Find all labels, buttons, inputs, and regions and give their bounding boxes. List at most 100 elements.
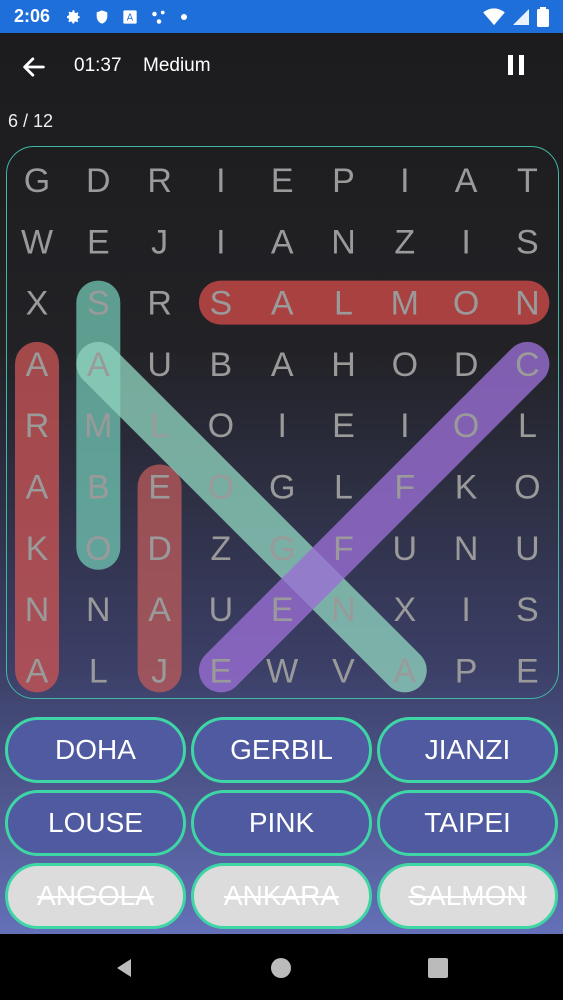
back-arrow-icon[interactable]: [20, 53, 48, 81]
grid-letter[interactable]: E: [271, 162, 294, 200]
word-chip-louse: LOUSE: [5, 790, 186, 856]
grid-letter[interactable]: E: [210, 652, 233, 690]
grid-letter[interactable]: S: [210, 285, 233, 323]
grid-letter[interactable]: S: [516, 591, 539, 629]
grid-letter[interactable]: A: [26, 346, 49, 384]
grid-letter[interactable]: X: [393, 591, 416, 629]
grid-letter[interactable]: U: [147, 346, 172, 384]
grid-letter[interactable]: O: [514, 469, 540, 507]
grid-letter[interactable]: L: [334, 469, 353, 507]
grid-letter[interactable]: O: [392, 346, 418, 384]
grid-letter[interactable]: O: [453, 285, 479, 323]
grid-letter[interactable]: S: [87, 285, 110, 323]
grid-letter[interactable]: W: [266, 652, 298, 690]
grid-letter[interactable]: E: [516, 652, 539, 690]
grid-letter[interactable]: A: [148, 591, 171, 629]
grid-letter[interactable]: N: [86, 591, 111, 629]
grid-letter[interactable]: O: [208, 469, 234, 507]
grid-letter[interactable]: L: [89, 652, 108, 690]
grid-letter[interactable]: D: [86, 162, 111, 200]
grid-letter[interactable]: R: [25, 407, 50, 445]
grid-letter[interactable]: U: [515, 530, 540, 568]
grid-letter[interactable]: R: [147, 162, 172, 200]
grid-letter[interactable]: G: [24, 162, 50, 200]
grid-letter[interactable]: L: [334, 285, 353, 323]
grid-letter[interactable]: G: [269, 530, 295, 568]
grid-letter[interactable]: G: [269, 469, 295, 507]
grid-letter[interactable]: A: [271, 346, 294, 384]
grid-letter[interactable]: F: [394, 469, 415, 507]
grid-letter[interactable]: A: [26, 469, 49, 507]
nav-back-icon[interactable]: [113, 957, 135, 979]
nav-home-icon[interactable]: [270, 957, 292, 979]
grid-letter[interactable]: O: [208, 407, 234, 445]
grid-letter[interactable]: Z: [211, 530, 232, 568]
settings-icon: [67, 9, 80, 24]
wifi-icon: [483, 7, 505, 25]
word-chip-angola: ANGOLA: [5, 863, 186, 929]
grid-letter[interactable]: N: [454, 530, 479, 568]
app-screen: 01:37 Medium 6 / 12 GDRIEPIATWEJIANZISXS…: [0, 33, 563, 934]
grid-letter[interactable]: R: [147, 285, 172, 323]
grid-letter[interactable]: A: [87, 346, 110, 384]
grid-letter[interactable]: Z: [394, 223, 415, 261]
grid-letter[interactable]: L: [518, 407, 537, 445]
grid-letter[interactable]: K: [455, 469, 478, 507]
grid-letter[interactable]: W: [21, 223, 53, 261]
grid-letter[interactable]: D: [454, 346, 479, 384]
grid-letter[interactable]: E: [332, 407, 355, 445]
grid-letter[interactable]: I: [216, 162, 225, 200]
grid-letter[interactable]: H: [331, 346, 356, 384]
navigation-bar: [0, 934, 563, 1000]
grid-letter[interactable]: L: [150, 407, 169, 445]
grid-letter[interactable]: I: [400, 162, 409, 200]
grid-letter[interactable]: I: [216, 223, 225, 261]
word-chip-pink: PINK: [191, 790, 372, 856]
grid-letter[interactable]: V: [332, 652, 355, 690]
nav-recents-icon[interactable]: [427, 957, 449, 979]
grid-letter[interactable]: S: [516, 223, 539, 261]
grid-letter[interactable]: O: [453, 407, 479, 445]
grid-letter[interactable]: O: [85, 530, 111, 568]
grid-letter[interactable]: U: [209, 591, 234, 629]
letter-board[interactable]: GDRIEPIATWEJIANZISXSRSALMONAAUBAHODCRMLO…: [6, 146, 559, 699]
grid-letter[interactable]: J: [151, 223, 168, 261]
grid-letter[interactable]: N: [515, 285, 540, 323]
grid-letter[interactable]: N: [331, 591, 356, 629]
grid-letter[interactable]: I: [461, 591, 470, 629]
grid-letter[interactable]: U: [393, 530, 418, 568]
grid-letter[interactable]: I: [461, 223, 470, 261]
grid-letter[interactable]: A: [26, 652, 49, 690]
grid-letter[interactable]: A: [393, 652, 416, 690]
grid-letter[interactable]: N: [25, 591, 50, 629]
grid-letter[interactable]: A: [455, 162, 478, 200]
grid-letter[interactable]: J: [151, 652, 168, 690]
grid-letter[interactable]: T: [517, 162, 538, 200]
grid-letter[interactable]: B: [87, 469, 110, 507]
grid-letter[interactable]: D: [147, 530, 172, 568]
letter-grid[interactable]: G D R I E P I A TW E J I A N Z I SX S R S A L M O NA A U B A H O D CR M L O…: [7, 147, 560, 700]
grid-letter[interactable]: A: [271, 285, 294, 323]
grid-letter[interactable]: F: [333, 530, 354, 568]
word-chip-jianzi: JIANZI: [377, 717, 558, 783]
grid-letter[interactable]: C: [515, 346, 540, 384]
grid-letter[interactable]: E: [271, 591, 294, 629]
grid-letter[interactable]: M: [391, 285, 419, 323]
grid-letter[interactable]: I: [400, 407, 409, 445]
grid-letter[interactable]: E: [87, 223, 110, 261]
grid-letter[interactable]: M: [84, 407, 112, 445]
grid-letter[interactable]: N: [331, 223, 356, 261]
pause-icon[interactable]: [506, 53, 528, 79]
grid-letter[interactable]: P: [455, 652, 478, 690]
grid-letter[interactable]: K: [26, 530, 49, 568]
status-bar: 2:06 A: [0, 0, 563, 33]
grid-letter[interactable]: P: [332, 162, 355, 200]
grid-letter[interactable]: X: [26, 285, 49, 323]
cell-signal-icon: [513, 8, 529, 25]
grid-letter[interactable]: E: [148, 469, 171, 507]
grid-letter[interactable]: B: [210, 346, 233, 384]
grid-letter[interactable]: A: [271, 223, 294, 261]
grid-letter[interactable]: I: [277, 407, 286, 445]
toolbar: 01:37 Medium: [0, 33, 563, 99]
keyboard-a-icon: A: [123, 9, 137, 24]
